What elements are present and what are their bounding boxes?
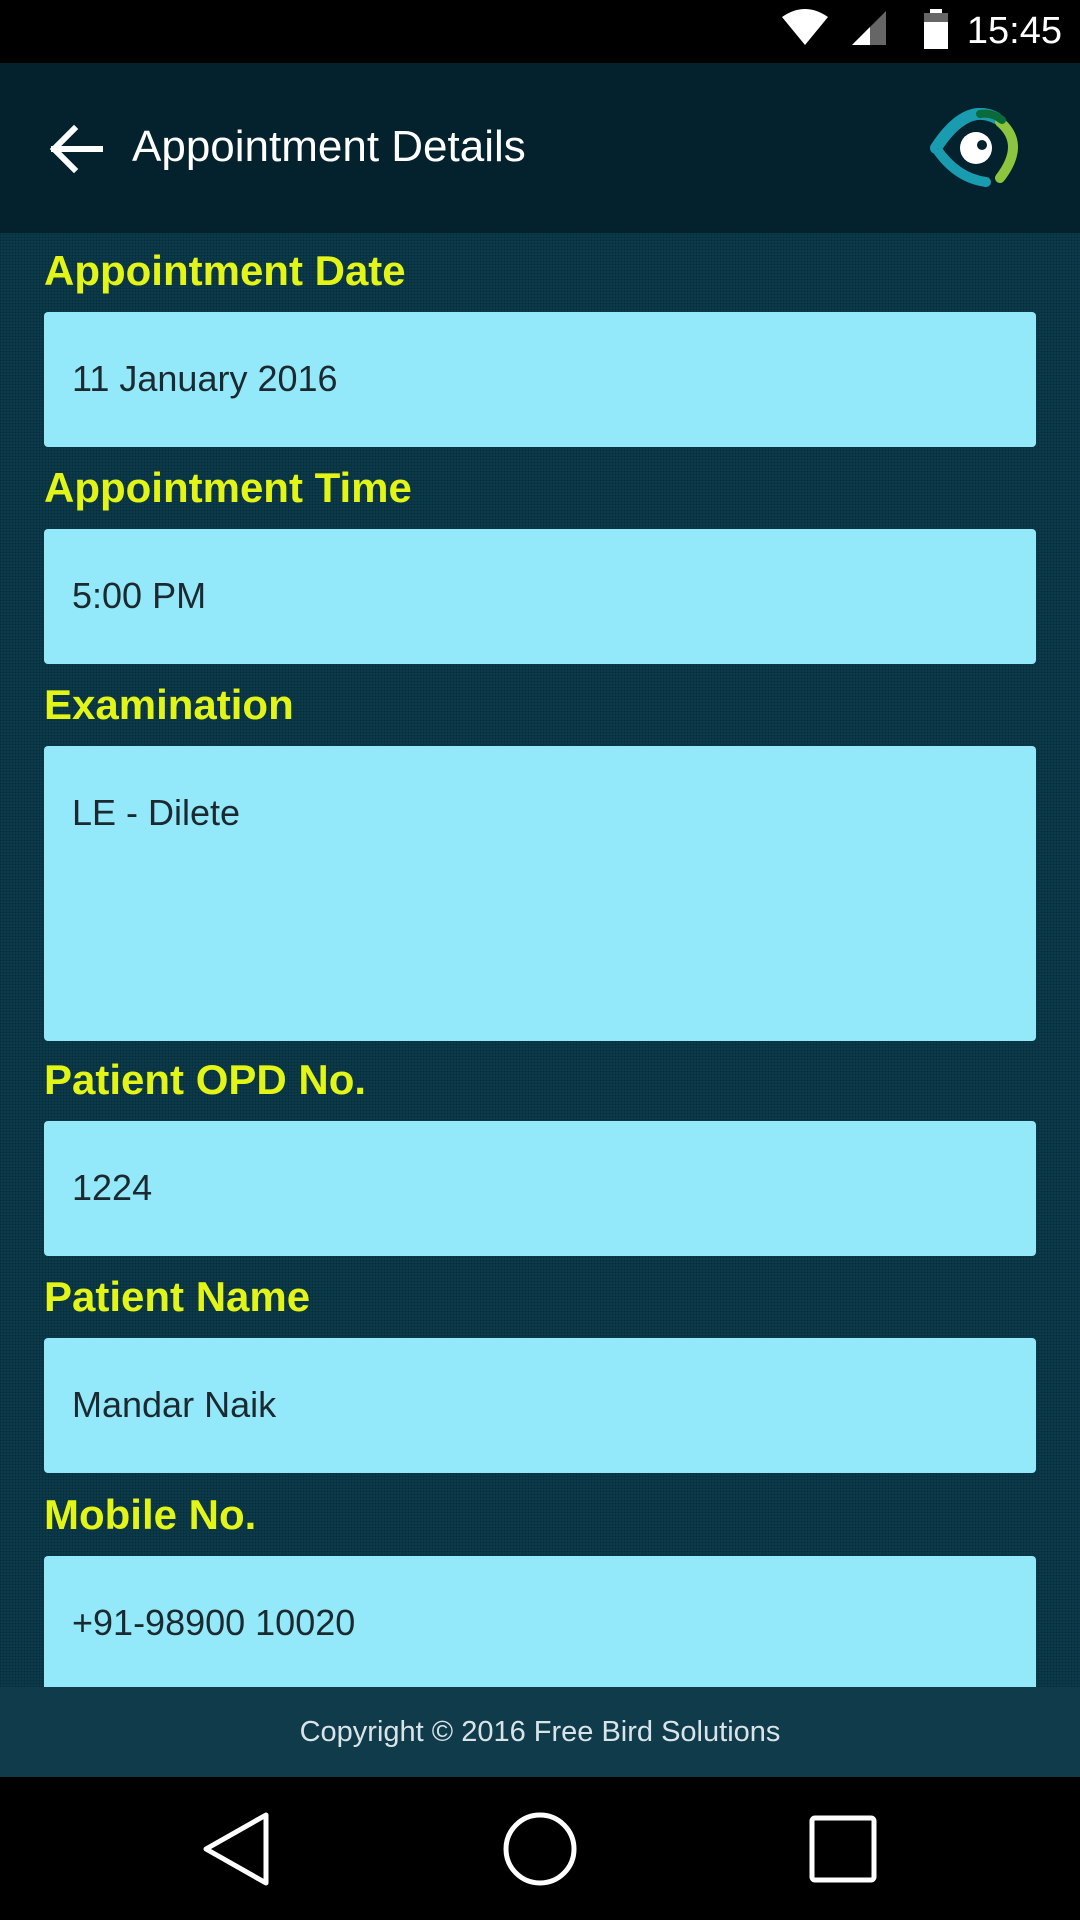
examination-label: Examination [44,681,294,728]
appointment-date-label: Appointment Date [44,247,406,294]
appointment-date-value: 11 January 2016 [72,358,338,399]
arrow-left-icon [49,124,103,174]
patient-opd-label: Patient OPD No. [44,1056,367,1103]
back-triangle-icon [203,1812,269,1886]
appointment-time-value: 5:00 PM [72,575,207,616]
mobile-no-label: Mobile No. [44,1491,257,1538]
patient-name-value: Mandar Naik [72,1384,277,1425]
home-circle-icon [503,1812,577,1886]
examination-value: LE - Dilete [72,792,241,833]
patient-opd-field[interactable]: 1224 [44,1121,1036,1256]
app-bar: Appointment Details [0,63,1080,233]
appointment-details-form: Appointment Date 11 January 2016 Appoint… [0,233,1080,1687]
status-bar: 15:45 [0,0,1080,63]
mobile-no-value: +91-98900 10020 [72,1602,356,1643]
status-time: 15:45 [966,10,1062,52]
back-button[interactable] [44,117,108,181]
eye-logo-icon [930,108,1018,187]
patient-name-field[interactable]: Mandar Naik [44,1338,1036,1473]
patient-name-label: Patient Name [44,1273,311,1320]
screen: 15:45 Appointment Details Appointment Da… [0,0,1080,1920]
footer: Copyright © 2016 Free Bird Solutions [0,1687,1080,1777]
recents-square-icon [809,1815,877,1883]
appointment-time-field[interactable]: 5:00 PM [44,529,1036,664]
nav-home-button[interactable] [502,1811,578,1892]
nav-back-button[interactable] [200,1811,274,1892]
wifi-icon [782,9,828,45]
appointment-date-field[interactable]: 11 January 2016 [44,312,1036,447]
patient-opd-value: 1224 [72,1167,153,1208]
examination-field[interactable]: LE - Dilete [44,746,1036,1041]
appointment-time-label: Appointment Time [44,464,412,511]
copyright-text: Copyright © 2016 Free Bird Solutions [299,1716,781,1748]
cellular-signal-icon [852,11,886,45]
page-title: Appointment Details [132,122,526,171]
nav-recents-button[interactable] [808,1814,878,1889]
mobile-no-field[interactable]: +91-98900 10020 [44,1556,1036,1687]
battery-icon [924,9,948,49]
navigation-bar [0,1777,1080,1920]
